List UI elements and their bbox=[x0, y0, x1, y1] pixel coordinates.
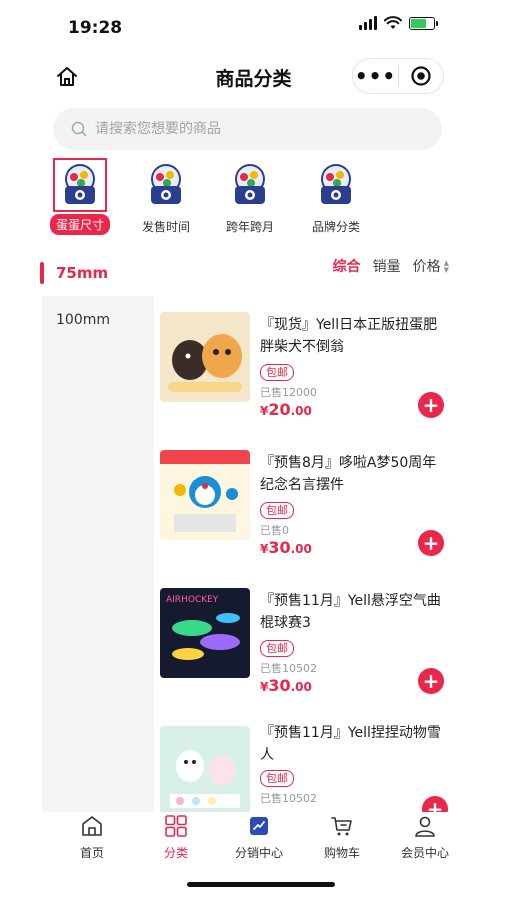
cart-icon bbox=[330, 812, 354, 840]
sold-count: 已售10502 bbox=[260, 792, 317, 805]
add-to-cart-button[interactable]: + bbox=[418, 392, 444, 418]
sort-price[interactable]: 价格 ▲ ▼ bbox=[413, 256, 449, 276]
free-shipping-tag: 包邮 bbox=[260, 640, 294, 657]
home-icon bbox=[80, 812, 104, 840]
free-shipping-tag: 包邮 bbox=[260, 502, 294, 519]
category-label: 跨年跨月 bbox=[225, 220, 274, 234]
capsule-machine-icon bbox=[223, 158, 277, 212]
category-cross-year[interactable]: 跨年跨月 bbox=[210, 158, 290, 235]
search-input[interactable] bbox=[95, 121, 395, 137]
size-filter-active[interactable]: 75mm bbox=[40, 262, 108, 284]
grid-icon bbox=[164, 812, 188, 840]
tab-home[interactable]: 首页 bbox=[52, 812, 132, 861]
product-name: 『现货』Yell日本正版扭蛋肥胖柴犬不倒翁 bbox=[260, 317, 438, 355]
close-mini-program-button[interactable] bbox=[399, 65, 443, 87]
category-label: 品牌分类 bbox=[311, 220, 360, 234]
product-card[interactable]: AIRHOCKEY 『预售11月』Yell悬浮空气曲棍球赛3 包邮 已售1050… bbox=[154, 582, 454, 712]
sort-sales[interactable]: 销量 bbox=[373, 256, 401, 276]
nav-bar: 商品分类 ••• bbox=[0, 56, 507, 100]
category-row: 蛋蛋尺寸 发售时间 跨年跨月 品牌分类 bbox=[0, 158, 507, 238]
size-sidebar: 100mm bbox=[42, 296, 154, 812]
add-to-cart-button[interactable]: + bbox=[418, 668, 444, 694]
tab-member[interactable]: 会员中心 bbox=[385, 812, 465, 861]
capsule-machine-icon bbox=[309, 158, 363, 212]
category-release-time[interactable]: 发售时间 bbox=[126, 158, 206, 235]
chart-icon bbox=[249, 812, 269, 840]
tab-category[interactable]: 分类 bbox=[136, 812, 216, 861]
svg-text:AIRHOCKEY: AIRHOCKEY bbox=[166, 595, 219, 605]
product-image bbox=[160, 726, 250, 812]
sort-arrows-icon: ▲ ▼ bbox=[443, 259, 449, 274]
category-egg-size[interactable]: 蛋蛋尺寸 bbox=[40, 158, 120, 235]
tab-label: 分销中心 bbox=[234, 846, 283, 860]
user-icon bbox=[413, 812, 437, 840]
product-list: 『现货』Yell日本正版扭蛋肥胖柴犬不倒翁 包邮 已售12000 ¥20.00 … bbox=[154, 296, 454, 812]
active-indicator bbox=[40, 262, 44, 284]
tab-label: 购物车 bbox=[323, 846, 360, 860]
sold-count: 已售0 bbox=[260, 524, 289, 537]
sidebar-item-100mm[interactable]: 100mm bbox=[42, 296, 154, 328]
status-icons bbox=[359, 16, 438, 30]
free-shipping-tag: 包邮 bbox=[260, 364, 294, 381]
category-brand[interactable]: 品牌分类 bbox=[296, 158, 376, 235]
sort-price-label: 价格 bbox=[412, 259, 441, 275]
product-name: 『预售8月』哆啦A梦50周年纪念名言摆件 bbox=[260, 455, 437, 493]
status-bar: 19:28 bbox=[0, 0, 507, 56]
product-name: 『预售11月』Yell悬浮空气曲棍球赛3 bbox=[260, 593, 441, 631]
sold-count: 已售10502 bbox=[260, 662, 317, 675]
home-indicator[interactable] bbox=[187, 882, 335, 887]
product-price: ¥30.00 bbox=[260, 676, 312, 695]
mini-program-capsule: ••• bbox=[352, 58, 444, 94]
category-label: 发售时间 bbox=[141, 220, 190, 234]
product-price: ¥20.00 bbox=[260, 400, 312, 419]
product-card[interactable]: 『预售11月』Yell捏捏动物雪人 包邮 已售10502 + bbox=[154, 720, 454, 812]
search-bar[interactable] bbox=[53, 108, 442, 150]
signal-icon bbox=[359, 16, 377, 30]
tab-label: 会员中心 bbox=[400, 846, 449, 860]
tab-label: 分类 bbox=[163, 846, 188, 860]
category-label: 蛋蛋尺寸 bbox=[49, 214, 110, 235]
product-price: ¥30.00 bbox=[260, 538, 312, 557]
capsule-machine-icon bbox=[53, 158, 107, 212]
product-image: AIRHOCKEY bbox=[160, 588, 250, 678]
product-name: 『预售11月』Yell捏捏动物雪人 bbox=[260, 725, 441, 763]
tab-distribution[interactable]: 分销中心 bbox=[219, 812, 299, 861]
target-icon bbox=[411, 66, 431, 86]
search-icon bbox=[71, 121, 87, 137]
product-image bbox=[160, 312, 250, 402]
size-filter-label: 75mm bbox=[56, 264, 109, 282]
capsule-machine-icon bbox=[139, 158, 193, 212]
product-card[interactable]: 『现货』Yell日本正版扭蛋肥胖柴犬不倒翁 包邮 已售12000 ¥20.00 … bbox=[154, 306, 454, 436]
free-shipping-tag: 包邮 bbox=[260, 770, 294, 787]
sold-count: 已售12000 bbox=[260, 386, 317, 399]
tab-cart[interactable]: 购物车 bbox=[302, 812, 382, 861]
wifi-icon bbox=[384, 16, 402, 29]
more-menu-button[interactable]: ••• bbox=[353, 66, 398, 86]
tab-label: 首页 bbox=[79, 846, 104, 860]
sort-comprehensive[interactable]: 综合 bbox=[333, 256, 361, 276]
product-card[interactable]: 『预售8月』哆啦A梦50周年纪念名言摆件 包邮 已售0 ¥30.00 + bbox=[154, 444, 454, 574]
add-to-cart-button[interactable]: + bbox=[422, 796, 448, 812]
status-time: 19:28 bbox=[68, 18, 123, 38]
product-image bbox=[160, 450, 250, 540]
battery-icon bbox=[409, 16, 438, 30]
sort-bar: 综合 销量 价格 ▲ ▼ bbox=[333, 256, 449, 276]
add-to-cart-button[interactable]: + bbox=[418, 530, 444, 556]
